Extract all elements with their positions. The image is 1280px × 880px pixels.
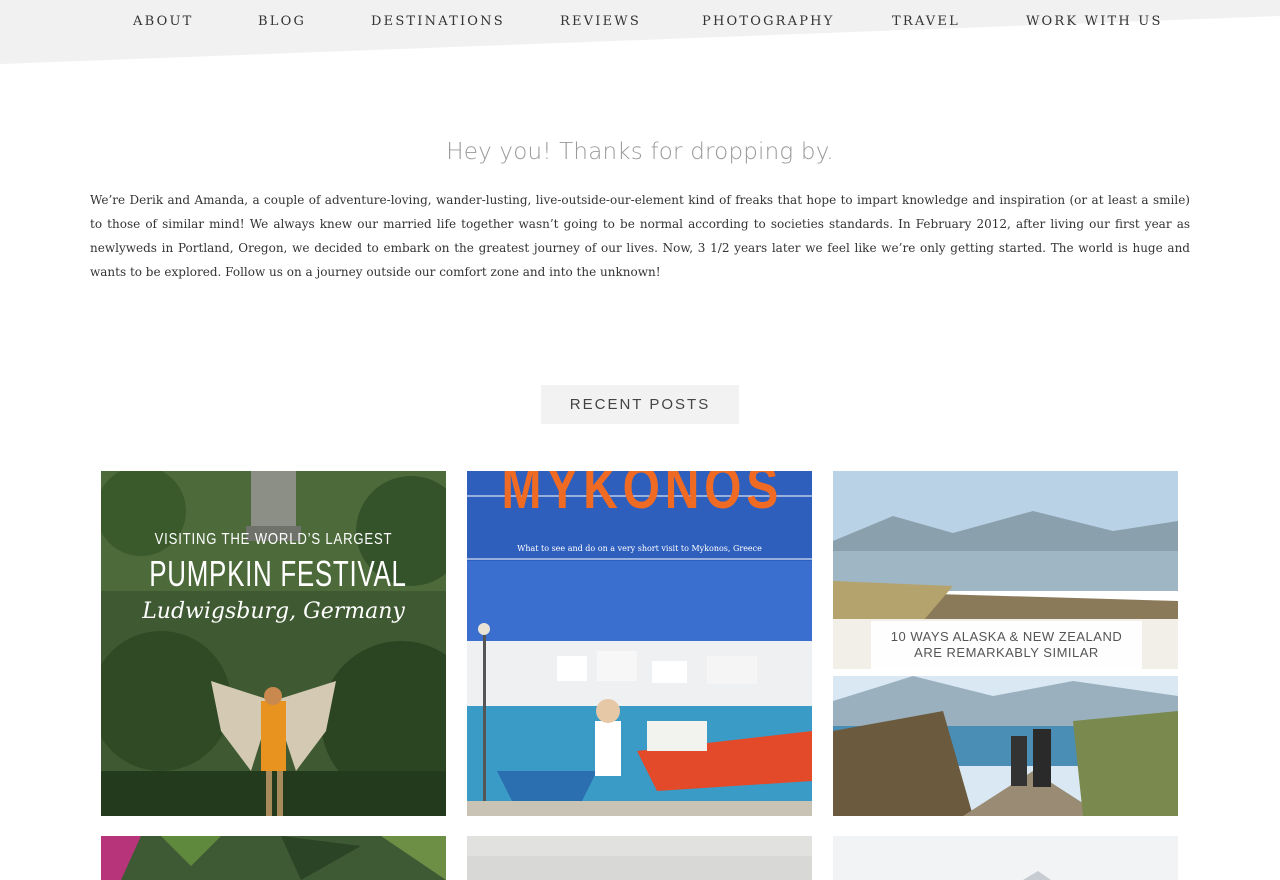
post-title-line2: ARE REMARKABLY SIMILAR [914,645,1099,660]
post-title-line2: PUMPKIN FESTIVAL [149,553,407,594]
post-image-row2-2 [467,836,812,880]
post-title-line3: Ludwigsburg, Germany [142,599,405,624]
intro-paragraph: We’re Derik and Amanda, a couple of adve… [90,193,1190,279]
nav-blog[interactable]: BLOG [258,14,306,29]
post-title-line1: 10 WAYS ALASKA & NEW ZEALAND [890,629,1123,644]
nav-destinations[interactable]: DESTINATIONS [371,14,505,29]
post-image-mykonos [467,471,812,816]
post-tile-pumpkin-festival[interactable]: VISITING THE WORLD’S LARGEST PUMPKIN FES… [101,471,446,816]
post-image-row2-3 [833,836,1178,880]
post-caption-alaska-nz: 10 WAYS ALASKA & NEW ZEALAND ARE REMARKA… [871,621,1142,669]
nav-about[interactable]: ABOUT [133,14,193,29]
main-nav: ABOUT BLOG DESTINATIONS REVIEWS PHOTOGRA… [0,14,1280,34]
post-image-pumpkin-festival [101,471,446,816]
post-subtitle-mykonos: What to see and do on a very short visit… [517,544,762,553]
recent-posts-label: RECENT POSTS [569,396,711,413]
nav-travel[interactable]: TRAVEL [892,14,960,29]
nav-reviews[interactable]: REVIEWS [560,14,641,29]
welcome-heading: Hey you! Thanks for dropping by. [446,139,834,165]
nav-work-with-us[interactable]: WORK WITH US [1026,14,1163,29]
post-title-mykonos: MYKONOS [501,471,784,521]
post-tile-alaska-nz[interactable]: 10 WAYS ALASKA & NEW ZEALAND ARE REMARKA… [833,471,1178,816]
nav-band [0,0,1280,64]
post-title-line1: VISITING THE WORLD’S LARGEST [154,531,393,548]
post-tile-row2-3[interactable] [833,836,1178,880]
post-tile-mykonos[interactable]: MYKONOS What to see and do on a very sho… [467,471,812,816]
recent-posts-header: RECENT POSTS [541,385,739,424]
post-tile-row2-2[interactable] [467,836,812,880]
nav-photography[interactable]: PHOTOGRAPHY [702,14,835,29]
post-image-row2-1 [101,836,446,880]
post-tile-row2-1[interactable] [101,836,446,880]
